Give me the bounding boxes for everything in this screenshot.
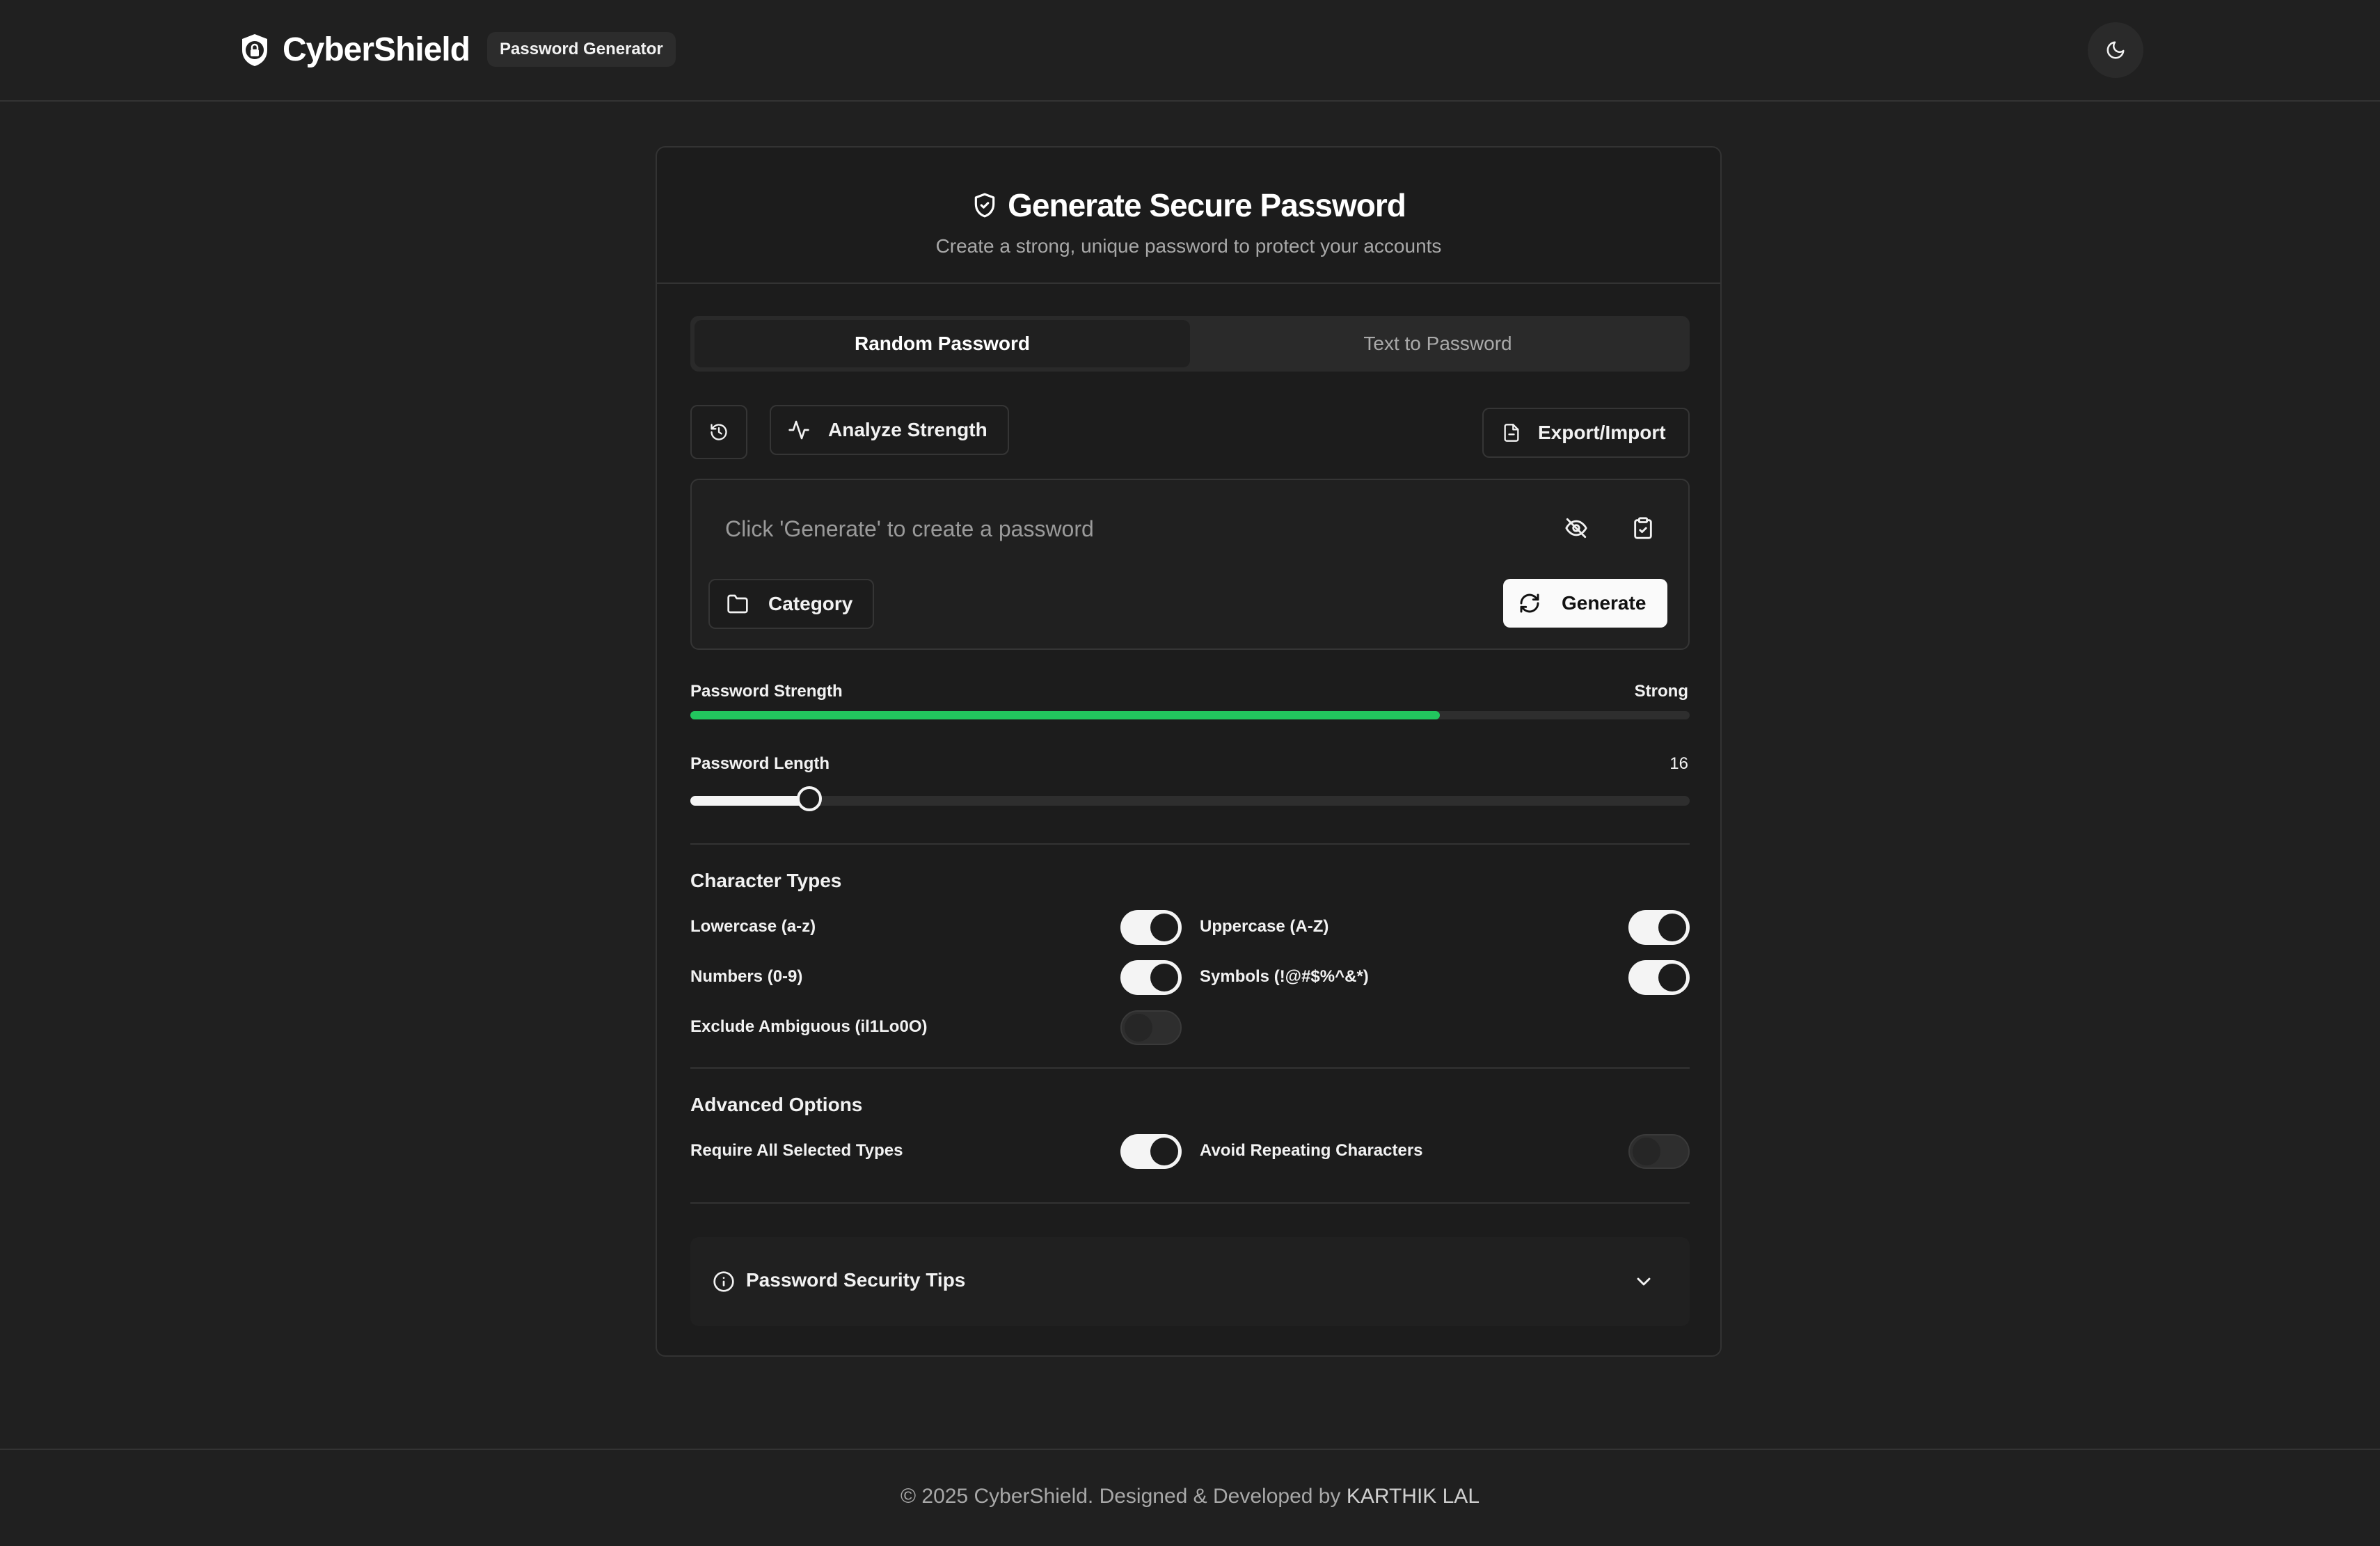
info-icon xyxy=(713,1270,735,1293)
category-label: Category xyxy=(768,593,853,614)
page-footer: © 2025 CyberShield. Designed & Developed… xyxy=(0,1449,2380,1546)
export-import-label: Export/Import xyxy=(1538,422,1666,443)
generate-label: Generate xyxy=(1562,592,1647,614)
footer-author-link[interactable]: KARTHIK LAL xyxy=(1347,1485,1479,1508)
character-types-title: Character Types xyxy=(690,870,842,891)
option-lowercase-label: Lowercase (a-z) xyxy=(690,917,816,936)
password-output-box: Click 'Generate' to create a password Ca… xyxy=(690,479,1690,650)
activity-icon xyxy=(788,419,810,441)
divider xyxy=(690,1067,1690,1069)
option-avoid-repeating-label: Avoid Repeating Characters xyxy=(1200,1141,1423,1160)
option-uppercase-label: Uppercase (A-Z) xyxy=(1200,917,1329,936)
strength-label: Password Strength xyxy=(690,682,843,701)
strength-meter xyxy=(690,711,1690,719)
analyze-strength-label: Analyze Strength xyxy=(828,419,987,440)
page-badge: Password Generator xyxy=(487,32,676,67)
footer-copyright: © 2025 CyberShield. Designed & Developed… xyxy=(900,1485,1347,1508)
advanced-options-title: Advanced Options xyxy=(690,1094,863,1115)
folder-icon xyxy=(727,593,749,615)
toggle-knob xyxy=(1125,1014,1152,1042)
card-header: Generate Secure Password Create a strong… xyxy=(657,148,1720,284)
tab-text-to-password[interactable]: Text to Password xyxy=(1190,320,1685,367)
history-button[interactable] xyxy=(690,405,747,459)
option-symbols-label: Symbols (!@#$%^&*) xyxy=(1200,967,1369,986)
shield-logo-icon xyxy=(237,32,273,68)
generator-card: Generate Secure Password Create a strong… xyxy=(656,146,1722,1357)
toggle-knob xyxy=(1658,964,1686,991)
brand-logo[interactable]: CyberShield xyxy=(237,31,470,69)
history-icon xyxy=(709,422,729,442)
length-label: Password Length xyxy=(690,754,830,773)
option-exclude-ambiguous-label: Exclude Ambiguous (il1Lo0O) xyxy=(690,1017,928,1036)
toggle-exclude-ambiguous[interactable] xyxy=(1120,1010,1182,1045)
password-output[interactable]: Click 'Generate' to create a password xyxy=(725,516,1094,542)
option-numbers-label: Numbers (0-9) xyxy=(690,967,803,986)
divider xyxy=(690,843,1690,845)
divider xyxy=(690,1202,1690,1204)
strength-value: Strong xyxy=(1634,682,1688,701)
toggle-uppercase[interactable] xyxy=(1628,910,1690,945)
security-tips-label: Password Security Tips xyxy=(746,1269,966,1291)
brand-name: CyberShield xyxy=(283,31,470,68)
file-icon xyxy=(1502,423,1521,443)
toggle-avoid-repeating[interactable] xyxy=(1628,1134,1690,1169)
chevron-down-icon xyxy=(1633,1270,1655,1293)
export-import-button[interactable]: Export/Import xyxy=(1482,408,1690,458)
top-header: CyberShield Password Generator xyxy=(0,0,2380,102)
page-subtitle: Create a strong, unique password to prot… xyxy=(935,235,1442,257)
moon-icon xyxy=(2105,40,2126,61)
generate-button[interactable]: Generate xyxy=(1503,579,1667,628)
copy-icon[interactable] xyxy=(1631,516,1655,540)
toggle-knob xyxy=(1658,914,1686,941)
length-slider-fill xyxy=(690,796,809,806)
toggle-knob xyxy=(1633,1138,1660,1165)
mode-tabs: Random Password Text to Password xyxy=(690,316,1690,372)
security-tips-accordion[interactable]: Password Security Tips xyxy=(690,1237,1690,1326)
toggle-require-all[interactable] xyxy=(1120,1134,1182,1169)
toggle-knob xyxy=(1150,914,1178,941)
toggle-knob xyxy=(1150,1138,1178,1165)
length-slider[interactable] xyxy=(690,786,1690,811)
strength-meter-fill xyxy=(690,711,1440,719)
page-title: Generate Secure Password xyxy=(1008,187,1406,223)
analyze-strength-button[interactable]: Analyze Strength xyxy=(770,405,1009,455)
refresh-icon xyxy=(1518,592,1541,614)
tab-random-password[interactable]: Random Password xyxy=(695,320,1190,367)
shield-check-icon xyxy=(971,192,998,218)
eye-off-icon[interactable] xyxy=(1564,516,1588,540)
footer-text: © 2025 CyberShield. Designed & Developed… xyxy=(0,1485,2380,1508)
category-button[interactable]: Category xyxy=(708,579,874,629)
toggle-symbols[interactable] xyxy=(1628,960,1690,995)
theme-toggle-button[interactable] xyxy=(2088,22,2143,78)
length-value: 16 xyxy=(1669,754,1688,773)
toggle-lowercase[interactable] xyxy=(1120,910,1182,945)
length-slider-thumb[interactable] xyxy=(797,786,822,811)
option-require-all-label: Require All Selected Types xyxy=(690,1141,903,1160)
toggle-knob xyxy=(1150,964,1178,991)
toggle-numbers[interactable] xyxy=(1120,960,1182,995)
